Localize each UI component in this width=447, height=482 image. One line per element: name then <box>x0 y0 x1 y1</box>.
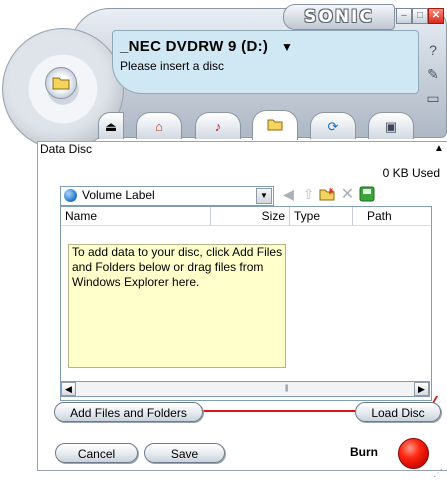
folder-glyph-icon <box>267 119 283 131</box>
column-name[interactable]: Name <box>61 207 211 225</box>
minimize-button[interactable]: – <box>396 8 412 24</box>
back-arrow-icon[interactable]: ◀ <box>280 186 297 203</box>
data-folder-icon <box>267 118 283 133</box>
tools-icon[interactable]: ✎ <box>425 66 441 82</box>
save-icon[interactable] <box>358 186 375 203</box>
horizontal-scrollbar[interactable]: ◀ ||| ▶ <box>60 381 430 397</box>
new-folder-glyph-icon <box>319 187 335 201</box>
copy-tab[interactable]: ⟳ <box>310 112 356 139</box>
video-icon: ▣ <box>384 118 398 134</box>
scroll-grip-icon: ||| <box>285 385 289 392</box>
section-title: Data Disc <box>40 142 93 156</box>
list-header: Name Size Type Path <box>61 207 431 226</box>
eject-tab[interactable]: ⏏ <box>98 112 124 139</box>
column-size[interactable]: Size <box>211 207 290 225</box>
globe-icon <box>64 189 77 202</box>
folder-icon[interactable]: ▭ <box>425 90 441 106</box>
up-folder-icon[interactable]: ⇧ <box>300 186 317 203</box>
chevron-down-icon[interactable]: ▼ <box>256 188 272 204</box>
disc-folder-icon <box>45 67 77 99</box>
burn-label: Burn <box>350 445 378 459</box>
close-button[interactable]: ✕ <box>428 8 444 24</box>
volume-label-select[interactable]: Volume Label ▼ <box>60 186 274 206</box>
copy-icon: ⟳ <box>327 118 339 134</box>
scroll-thumb[interactable]: ||| <box>77 382 415 396</box>
usage-label: 0 KB Used <box>382 166 440 180</box>
load-disc-button[interactable]: Load Disc <box>355 402 441 422</box>
scroll-right-button[interactable]: ▶ <box>414 382 429 396</box>
help-icon[interactable]: ? <box>425 42 441 58</box>
video-tab[interactable]: ▣ <box>368 112 414 139</box>
add-files-button[interactable]: Add Files and Folders <box>54 402 203 422</box>
cancel-button[interactable]: Cancel <box>55 443 138 463</box>
drop-hint: To add data to your disc, click Add File… <box>68 244 286 368</box>
drive-dropdown-arrow[interactable]: ▼ <box>281 40 293 54</box>
home-tab[interactable]: ⌂ <box>136 112 182 139</box>
brand-plate: SONIC <box>283 4 395 30</box>
folder-icon <box>52 77 70 90</box>
scroll-left-button[interactable]: ◀ <box>61 382 76 396</box>
resize-grip-icon[interactable]: ⋰ <box>433 468 443 479</box>
maximize-button[interactable]: □ <box>412 8 428 24</box>
brand-logo: SONIC <box>304 7 374 27</box>
column-type[interactable]: Type <box>290 207 353 225</box>
home-icon: ⌂ <box>155 118 163 134</box>
collapse-icon[interactable]: ▲ <box>434 143 444 154</box>
tab-bar: ⏏ ⌂ ♪ ⟳ ▣ <box>98 110 443 142</box>
delete-icon[interactable]: ✕ <box>339 186 356 203</box>
eject-icon: ⏏ <box>104 118 118 134</box>
drive-status: Please insert a disc <box>120 59 225 73</box>
music-icon: ♪ <box>214 118 222 134</box>
burn-button[interactable] <box>398 438 429 469</box>
drive-selector[interactable]: _NEC DVDRW 9 (D:) <box>120 38 268 55</box>
save-button[interactable]: Save <box>144 443 225 463</box>
audio-tab[interactable]: ♪ <box>195 112 241 139</box>
save-glyph-icon <box>359 186 374 202</box>
volume-label-text: Volume Label <box>82 188 155 202</box>
new-folder-icon[interactable] <box>319 186 336 203</box>
column-path[interactable]: Path <box>353 207 431 225</box>
data-tab[interactable] <box>252 110 298 140</box>
